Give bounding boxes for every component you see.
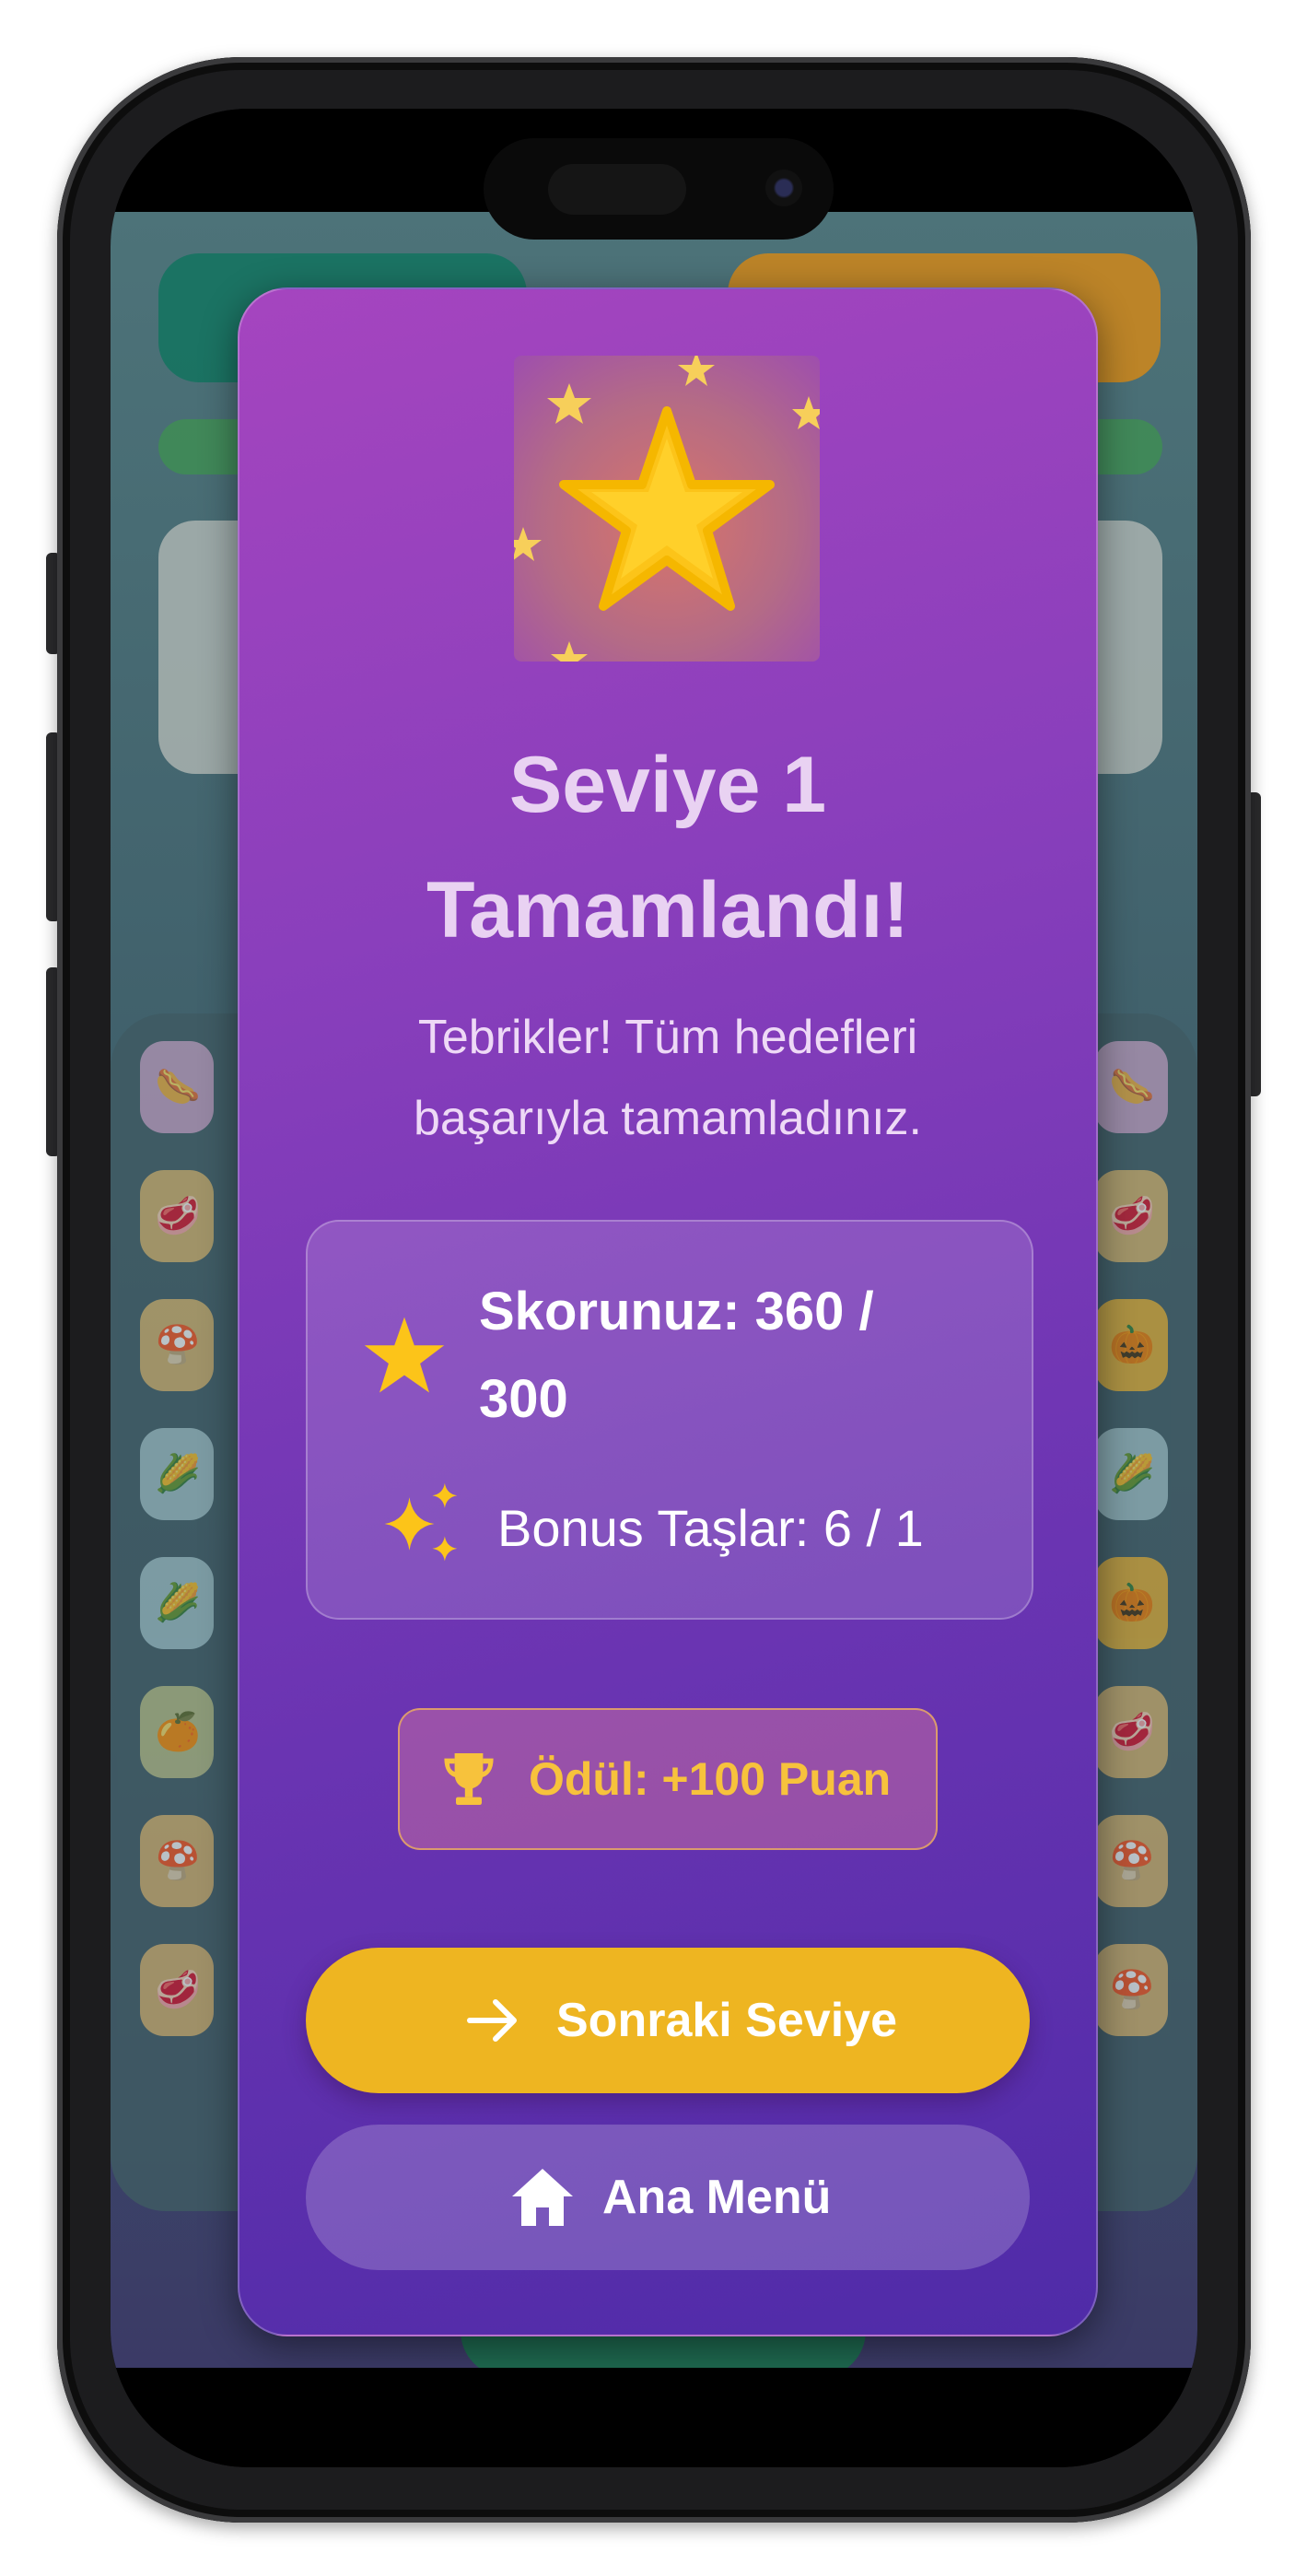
star-icon <box>514 356 820 662</box>
sensor-pill <box>548 164 686 215</box>
main-menu-button[interactable]: Ana Menü <box>306 2125 1030 2270</box>
score-text: Skorunuz: 360 / 300 <box>479 1268 995 1443</box>
dynamic-island <box>484 138 834 240</box>
main-menu-label: Ana Menü <box>602 2171 832 2224</box>
subtitle-line-1: Tebrikler! Tüm hedefleri <box>417 1011 918 1064</box>
tile: 🥩 <box>1094 1170 1168 1262</box>
score-line-1: Skorunuz: 360 / <box>479 1282 874 1341</box>
bonus-stones-text: Bonus Taşlar: 6 / 1 <box>497 1499 924 1557</box>
reward-text: Ödül: +100 Puan <box>529 1753 892 1805</box>
tile: 🌭 <box>140 1041 214 1133</box>
tile: 🎃 <box>1094 1299 1168 1391</box>
tile: 🥩 <box>140 1944 214 2036</box>
tile: 🌽 <box>140 1428 214 1520</box>
home-icon <box>512 2169 573 2226</box>
sparkles-icon <box>384 1482 458 1562</box>
score-summary-card: Skorunuz: 360 / 300 Bonus Taşlar: 6 / 1 <box>306 1220 1033 1620</box>
dialog-subtitle: Tebrikler! Tüm hedefleri başarıyla tamam… <box>295 997 1041 1159</box>
title-line-1: Seviye 1 <box>508 741 827 829</box>
tile: 🎃 <box>1094 1557 1168 1649</box>
score-line-2: 300 <box>479 1369 568 1429</box>
tile: 🥩 <box>1094 1686 1168 1778</box>
subtitle-line-2: başarıyla tamamladınız. <box>413 1092 923 1145</box>
home-indicator-area <box>111 2368 1197 2467</box>
tile: 🌭 <box>1094 1041 1168 1133</box>
star-icon <box>364 1317 445 1393</box>
tile: 🍊 <box>140 1686 214 1778</box>
title-line-2: Tamamlandı! <box>426 866 910 954</box>
tile: 🍄 <box>1094 1815 1168 1907</box>
tile: 🍄 <box>1094 1944 1168 2036</box>
star-badge-graphic <box>514 356 820 662</box>
next-level-label: Sonraki Seviye <box>556 1994 897 2047</box>
level-complete-dialog: Seviye 1 Tamamlandı! Tebrikler! Tüm hede… <box>238 287 1098 2336</box>
trophy-icon <box>444 1753 494 1805</box>
tile: 🍄 <box>140 1299 214 1391</box>
tile: 🍄 <box>140 1815 214 1907</box>
dialog-title: Seviye 1 Tamamlandı! <box>239 722 1096 973</box>
tile: 🌽 <box>1094 1428 1168 1520</box>
next-level-button[interactable]: Sonraki Seviye <box>306 1948 1030 2093</box>
reward-badge: Ödül: +100 Puan <box>398 1708 938 1850</box>
tile: 🌽 <box>140 1557 214 1649</box>
arrow-right-icon <box>467 1999 517 2042</box>
tile: 🥩 <box>140 1170 214 1262</box>
camera-icon <box>765 170 802 206</box>
